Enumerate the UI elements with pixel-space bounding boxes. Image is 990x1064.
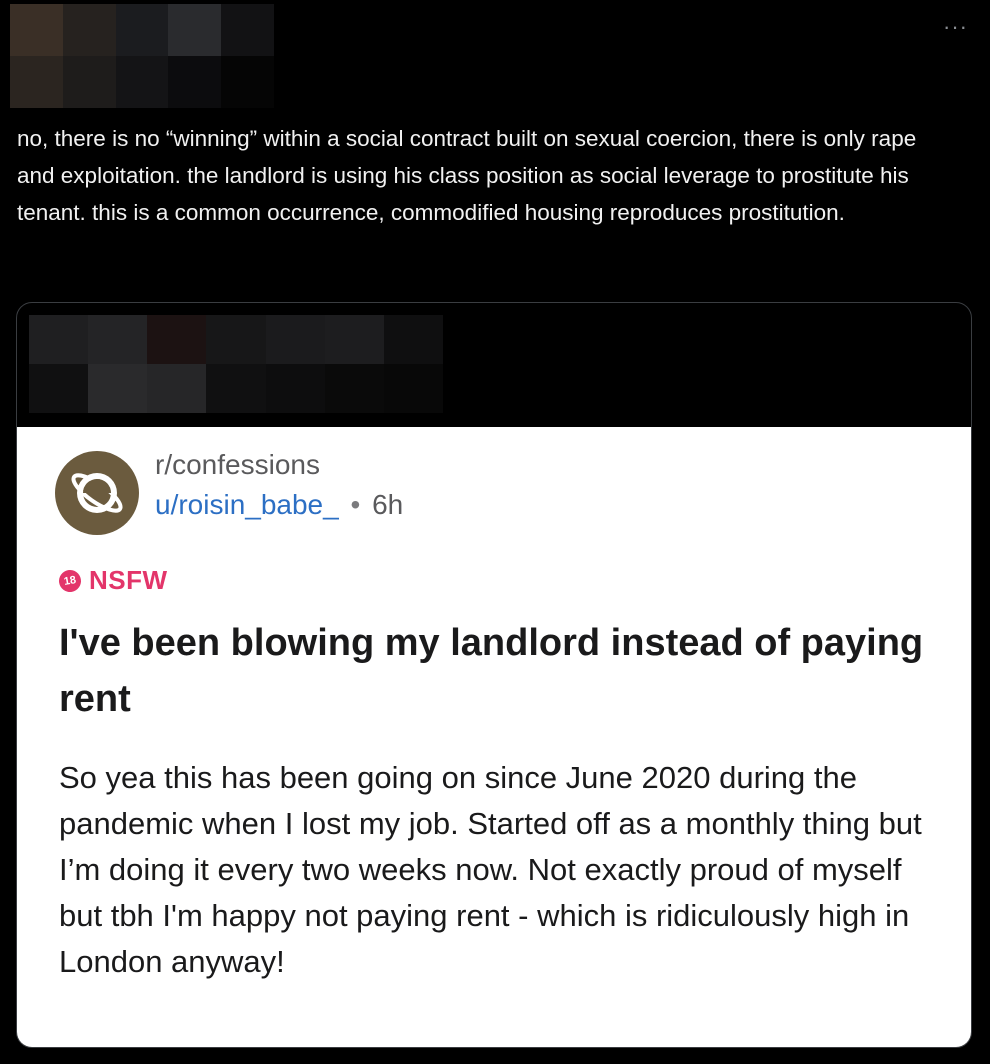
redaction-block [88,364,148,413]
redaction-block [115,4,169,56]
redaction-block [206,364,266,413]
subreddit-name[interactable]: r/confessions [155,449,320,481]
quoted-tweet-card[interactable]: r/confessions u/roisin_babe_ • 6h 18 NSF… [16,302,972,1048]
redaction-block [383,315,443,364]
nsfw-18-icon: 18 [57,567,83,594]
redaction-block [115,56,169,108]
tweet-text: no, there is no “winning” within a socia… [17,126,917,225]
redaction-block [29,364,89,413]
more-options-icon[interactable]: ··· [943,16,968,38]
reddit-post-screenshot: r/confessions u/roisin_babe_ • 6h 18 NSF… [17,427,971,1047]
redacted-quoted-author-header [29,315,443,413]
nsfw-label: NSFW [89,565,168,595]
redacted-author-header [10,4,274,108]
redaction-block [147,364,207,413]
nsfw-tag: 18 NSFW [57,565,168,596]
post-meta: u/roisin_babe_ • 6h [155,489,403,521]
meta-separator: • [350,489,361,520]
post-author[interactable]: u/roisin_babe_ [155,489,339,520]
redaction-block [168,56,222,108]
subreddit-planet-icon [55,451,139,535]
redaction-block [383,364,443,413]
redaction-block [324,364,384,413]
redaction-block [88,315,148,364]
redaction-block [62,56,116,108]
redaction-block [10,56,63,108]
redaction-block [221,56,274,108]
redaction-block [324,315,384,364]
post-age: 6h [372,489,404,520]
redaction-block [206,315,266,364]
redaction-block [221,4,274,56]
redaction-block [10,4,63,56]
redaction-block [265,315,325,364]
redaction-block [147,315,207,364]
post-title: I've been blowing my landlord instead of… [59,622,924,720]
redaction-block [29,315,89,364]
redaction-block [62,4,116,56]
post-body: So yea this has been going on since June… [59,760,922,979]
redaction-block [265,364,325,413]
redaction-block [168,4,222,56]
